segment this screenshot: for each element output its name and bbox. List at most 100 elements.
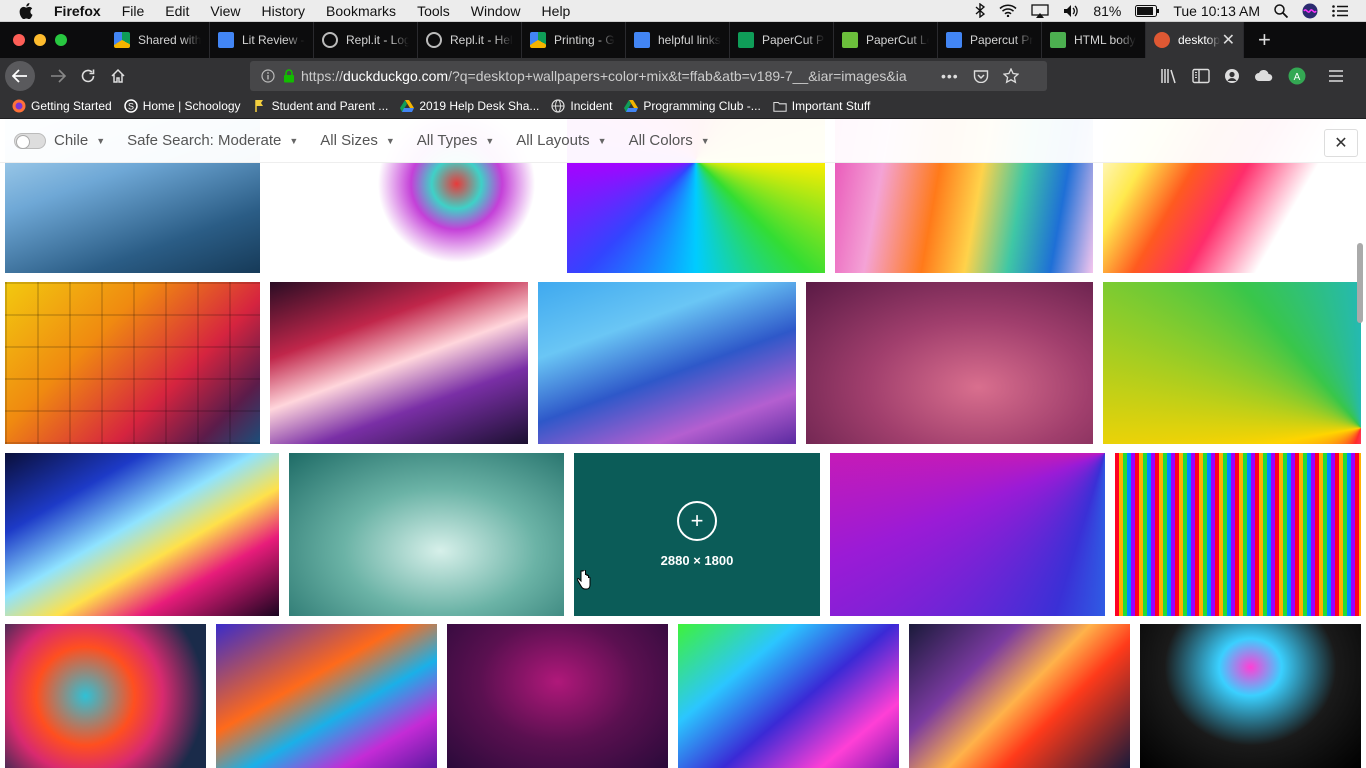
menu-edit[interactable]: Edit (165, 3, 189, 19)
volume-icon[interactable] (1063, 4, 1079, 18)
close-filter-button[interactable]: ✕ (1324, 129, 1358, 157)
notification-center-icon[interactable] (1332, 4, 1348, 17)
clock[interactable]: Tue 10:13 AM (1173, 3, 1260, 19)
image-result-thumbnail[interactable] (909, 624, 1130, 768)
apple-menu-icon[interactable] (18, 2, 34, 19)
bookmark-firefox[interactable]: Getting Started (12, 99, 112, 113)
home-button[interactable] (103, 61, 133, 91)
page-actions-icon[interactable]: ••• (941, 68, 959, 84)
forward-button[interactable] (43, 61, 73, 91)
bookmark-flag[interactable]: Student and Parent ... (253, 99, 388, 113)
bookmark-drive[interactable]: Programming Club -... (624, 99, 761, 113)
drive-favicon-icon (530, 32, 546, 48)
menu-firefox[interactable]: Firefox (54, 3, 101, 19)
bookmark-globe[interactable]: Incident (551, 99, 612, 113)
image-result-hover[interactable]: +2880 × 1800 (574, 453, 820, 616)
image-result-thumbnail[interactable] (216, 624, 437, 768)
layouts-dropdown[interactable]: All Layouts ▼ (516, 132, 606, 149)
docs-favicon-icon (218, 32, 234, 48)
tab[interactable]: Lit Review - (210, 22, 314, 58)
menu-hamburger-icon[interactable] (1328, 69, 1344, 83)
expand-plus-icon[interactable]: + (677, 501, 717, 541)
image-result-thumbnail[interactable] (1140, 624, 1361, 768)
image-result-thumbnail[interactable] (447, 624, 668, 768)
tab[interactable]: Repl.it - Log (314, 22, 418, 58)
new-tab-button[interactable]: + (1258, 27, 1271, 53)
tab-strip: Shared with Lit Review - Repl.it - Log Repl… (0, 22, 1366, 58)
zoom-window-button[interactable] (55, 34, 67, 46)
safe-search-dropdown[interactable]: Safe Search: Moderate ▼ (127, 132, 298, 149)
tab[interactable]: Shared with (106, 22, 210, 58)
macos-menubar: Firefox File Edit View History Bookmarks… (0, 0, 1366, 22)
image-result-thumbnail[interactable] (270, 282, 528, 444)
scrollbar-thumb[interactable] (1357, 243, 1363, 323)
image-result-thumbnail[interactable] (289, 453, 564, 616)
account-icon[interactable] (1224, 68, 1240, 84)
extension-cloud-icon[interactable] (1254, 68, 1274, 84)
image-result-thumbnail[interactable] (5, 282, 260, 444)
image-result-thumbnail[interactable] (538, 282, 796, 444)
minimize-window-button[interactable] (34, 34, 46, 46)
reload-button[interactable] (73, 61, 103, 91)
url-text[interactable]: https://duckduckgo.com/?q=desktop+wallpa… (301, 68, 931, 84)
spotlight-search-icon[interactable] (1274, 3, 1288, 18)
library-icon[interactable] (1160, 68, 1178, 84)
image-result-thumbnail[interactable] (806, 282, 1093, 444)
sizes-dropdown[interactable]: All Sizes ▼ (320, 132, 394, 149)
image-result-thumbnail[interactable] (1103, 282, 1361, 444)
tab[interactable]: PaperCut Lo (834, 22, 938, 58)
tab[interactable]: Repl.it - Hel (418, 22, 522, 58)
battery-icon[interactable] (1135, 4, 1160, 17)
wifi-icon[interactable] (999, 4, 1017, 17)
pocket-icon[interactable] (973, 69, 989, 83)
tab[interactable]: HTML body (1042, 22, 1146, 58)
airplay-icon[interactable] (1031, 3, 1049, 18)
image-result-thumbnail[interactable] (830, 453, 1105, 616)
profile-avatar-icon[interactable]: A (1288, 67, 1306, 85)
colors-dropdown[interactable]: All Colors ▼ (629, 132, 710, 149)
bookmark-folder[interactable]: Important Stuff (773, 99, 870, 113)
toolbar-right: A (1160, 58, 1344, 94)
svg-text:A: A (1294, 72, 1301, 83)
tab-active[interactable]: desktop ✕ (1146, 22, 1244, 58)
close-window-button[interactable] (13, 34, 25, 46)
menu-bookmarks[interactable]: Bookmarks (326, 3, 396, 19)
region-toggle[interactable] (14, 132, 46, 149)
types-dropdown[interactable]: All Types ▼ (417, 132, 495, 149)
image-filter-bar: Chile ▼ Safe Search: Moderate ▼ All Sizes ▼… (0, 119, 1366, 163)
tab[interactable]: Papercut Pr (938, 22, 1042, 58)
tab-title: helpful links (658, 33, 721, 47)
menu-file[interactable]: File (122, 3, 145, 19)
info-icon[interactable] (261, 69, 275, 83)
tab[interactable]: helpful links (626, 22, 730, 58)
caret-down-icon: ▼ (96, 135, 106, 146)
back-button[interactable] (5, 61, 35, 91)
region-dropdown[interactable]: Chile ▼ (54, 132, 105, 149)
bluetooth-icon[interactable] (975, 3, 986, 18)
tab[interactable]: Printing - G (522, 22, 626, 58)
image-result-thumbnail[interactable] (678, 624, 899, 768)
sheets-favicon-icon (738, 32, 754, 48)
tab-title: Papercut Pr (970, 33, 1033, 47)
sidebar-icon[interactable] (1192, 68, 1210, 84)
close-tab-icon[interactable]: ✕ (1222, 30, 1235, 50)
menu-window[interactable]: Window (471, 3, 521, 19)
bookmark-schoology[interactable]: S Home | Schoology (123, 99, 241, 113)
bookmark-label: Programming Club -... (643, 99, 761, 113)
menu-tools[interactable]: Tools (417, 3, 450, 19)
menu-help[interactable]: Help (542, 3, 571, 19)
window-controls (13, 34, 106, 46)
url-bar[interactable]: https://duckduckgo.com/?q=desktop+wallpa… (250, 61, 1047, 91)
siri-icon[interactable] (1302, 3, 1318, 19)
image-result-thumbnail[interactable] (1115, 453, 1361, 616)
secure-lock-icon[interactable] (283, 69, 295, 83)
bookmark-drive[interactable]: 2019 Help Desk Sha... (400, 99, 539, 113)
menu-history[interactable]: History (261, 3, 305, 19)
bookmark-star-icon[interactable] (1002, 68, 1019, 84)
menu-view[interactable]: View (210, 3, 240, 19)
tab[interactable]: PaperCut Pr (730, 22, 834, 58)
image-result-thumbnail[interactable] (5, 453, 279, 616)
image-result-thumbnail[interactable] (5, 624, 206, 768)
sizes-label: All Sizes (320, 132, 378, 149)
safe-search-label: Safe Search: Moderate (127, 132, 282, 149)
